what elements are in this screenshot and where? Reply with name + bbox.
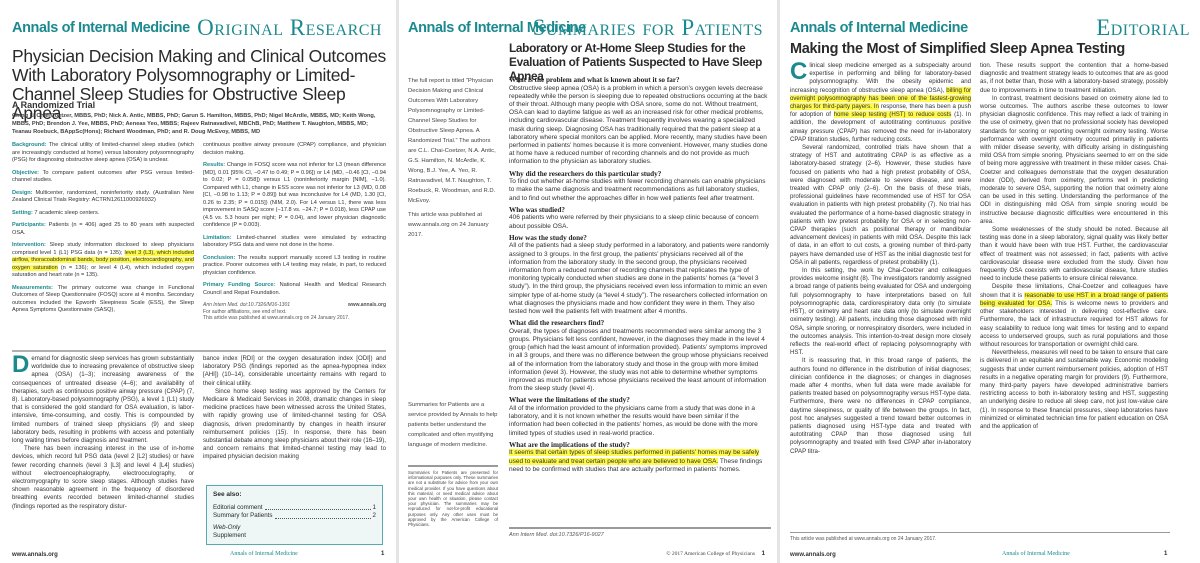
- article-subtitle: A Randomized Trial: [12, 100, 96, 110]
- journal-name: Annals of Internal Medicine: [12, 20, 190, 36]
- abstract-limitation: Limitation: Limited-channel studies were…: [203, 234, 386, 249]
- page-number: 1: [1164, 551, 1168, 557]
- abstract-intervention: Intervention: Sleep study information di…: [12, 242, 194, 278]
- summary-sections: What is the problem and what is known ab…: [509, 73, 771, 474]
- editorial-column-2: tion. These results support the contenti…: [980, 62, 1169, 430]
- published-note: This article was published at www.annals…: [790, 536, 937, 542]
- see-also-editorial-link[interactable]: Editorial comment 1: [213, 504, 376, 513]
- citation-url: www.annals.org: [347, 302, 386, 308]
- drop-cap: D: [12, 351, 30, 378]
- divider: [790, 532, 1170, 533]
- footer-journal: Annals of Internal Medicine: [1002, 551, 1070, 557]
- section-findings: What did the researchers find? Overall, t…: [509, 319, 768, 393]
- page-editorial: Annals of Internal Medicine Editorial Ma…: [780, 0, 1200, 563]
- abstract-results: Results: Change in FOSQ score was not in…: [203, 162, 386, 228]
- section-why: Why did the researchers do this particul…: [509, 169, 766, 202]
- editorial-column-1: Clinical sleep medicine emerged as a sub…: [790, 58, 972, 455]
- section-tag: Original Research: [197, 15, 382, 40]
- web-only-label: Web-Only: [213, 523, 241, 531]
- footer-url: www.annals.org: [12, 552, 58, 558]
- footer-journal: Annals of Internal Medicine: [230, 551, 298, 557]
- page-number: 1: [381, 551, 385, 557]
- abstract-background: Background: The clinical utility of limi…: [12, 142, 194, 163]
- section-tag: Editorial: [1096, 15, 1190, 40]
- divider: [408, 465, 498, 467]
- copyright: © 2017 American College of Physicians: [666, 551, 755, 557]
- journal-name: Annals of Internal Medicine: [790, 20, 968, 36]
- sidebar-disclaimer: Summaries for Patients are presented for…: [408, 470, 498, 528]
- sidebar-report: The full report is titled “Physician Dec…: [408, 78, 496, 238]
- abstract-left: Background: The clinical utility of limi…: [12, 142, 194, 320]
- citation-block: Ann Intern Med. doi:10.7326/M16-1301 www.…: [203, 302, 386, 321]
- abstract-conclusion: Conclusion: The results support manually…: [203, 254, 386, 276]
- footer-url: www.annals.org: [790, 552, 836, 558]
- body-column-2: bance index [RDI] or the oxygen desatura…: [203, 355, 386, 461]
- page-number: 1: [761, 551, 765, 557]
- page-summaries-for-patients: Annals of Internal Medicine Summaries fo…: [399, 0, 777, 563]
- abstract-setting: Setting: 7 academic sleep centers.: [12, 209, 100, 216]
- divider: [509, 527, 771, 529]
- section-tag: Summaries for Patients: [532, 15, 763, 40]
- divider: [12, 350, 386, 352]
- citation: Ann Intern Med. doi:10.7326/P16-9027: [509, 532, 604, 538]
- abstract-right: continuous positive airway pressure (CPA…: [203, 142, 386, 321]
- section-problem: What is the problem and what is known ab…: [509, 76, 768, 166]
- abstract-funding: Primary Funding Source: National Health …: [203, 282, 386, 296]
- section-implications: What are the implications of the study? I…: [509, 440, 763, 473]
- drop-cap: C: [790, 58, 808, 85]
- body-column-1: Demand for diagnostic sleep services has…: [12, 351, 194, 510]
- section-who: Who was studied? 406 patients who were re…: [509, 205, 759, 230]
- abstract-participants: Participants: Patients (n = 406) aged 25…: [12, 222, 194, 236]
- section-how: How was the study done? All of the patien…: [509, 233, 770, 316]
- sidebar-service: Summaries for Patients are a service pro…: [408, 402, 498, 448]
- page-original-research: Annals of Internal Medicine Original Res…: [0, 0, 396, 563]
- abstract-design: Design: Multicenter, randomized, noninfe…: [12, 189, 194, 204]
- see-also-summary-link[interactable]: Summary for Patients 2: [213, 512, 376, 521]
- abstract-objective: Objective: To compare patient outcomes a…: [12, 169, 195, 184]
- supplement-link[interactable]: Supplement: [213, 532, 376, 541]
- author-list: Ching Li Chai-Coetzer, MBBS, PhD; Nick A…: [12, 113, 376, 135]
- highlight-hst: home sleep testing (HST) to reduce costs: [833, 111, 952, 119]
- see-also-box: See also: Editorial comment 1 Summary for…: [206, 485, 383, 545]
- abstract-measurements: Measurements: The primary outcome was ch…: [12, 284, 194, 314]
- section-limitations: What were the limitations of the study? A…: [509, 396, 758, 437]
- article-title: Making the Most of Simplified Sleep Apne…: [790, 41, 1125, 57]
